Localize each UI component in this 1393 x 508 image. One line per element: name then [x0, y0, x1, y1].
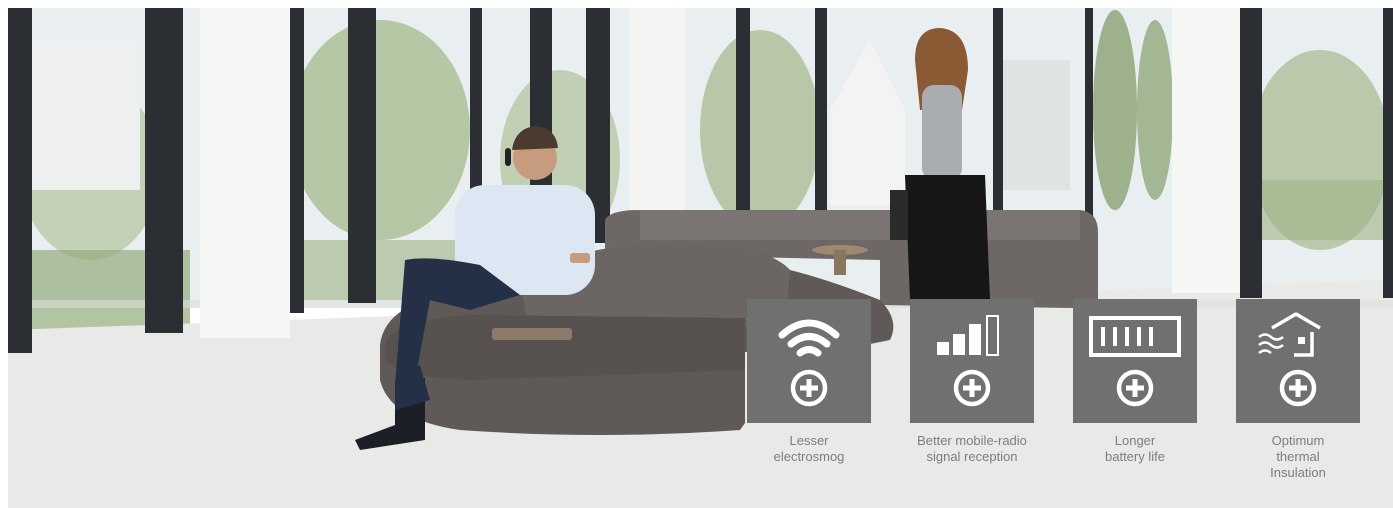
feature-caption-signal-reception: Better mobile-radio signal reception: [887, 433, 1057, 465]
office-lobby-photo: [0, 0, 1393, 508]
caption-line: Better mobile-radio: [917, 433, 1027, 448]
caption-line: battery life: [1105, 449, 1165, 464]
hero-banner: Lesser electrosmog Better mobile-radio s…: [0, 0, 1393, 508]
caption-line: Longer: [1114, 433, 1156, 448]
feature-tile-battery-life[interactable]: [1073, 299, 1197, 423]
caption-line: signal reception: [926, 449, 1018, 464]
plus-circle-icon[interactable]: [1116, 369, 1154, 407]
feature-tile-electrosmog[interactable]: [747, 299, 871, 423]
caption-line: Optimum: [1271, 433, 1325, 448]
caption-line: electrosmog: [773, 449, 845, 464]
mobile-signal-bars-icon: [937, 315, 999, 356]
feature-tile-thermal-insulation[interactable]: [1236, 299, 1360, 423]
feature-tile-signal-reception[interactable]: [910, 299, 1034, 423]
caption-line: Insulation: [1270, 465, 1326, 480]
feature-caption-battery-life: Longer battery life: [1050, 433, 1220, 465]
wifi-signal-icon: [778, 319, 840, 357]
plus-circle-icon[interactable]: [953, 369, 991, 407]
plus-circle-icon[interactable]: [790, 369, 828, 407]
caption-line: Lesser: [789, 433, 829, 448]
plus-circle-icon[interactable]: [1279, 369, 1317, 407]
thermal-house-icon: [1258, 312, 1321, 357]
caption-line: thermal: [1276, 449, 1320, 464]
battery-icon: [1089, 316, 1181, 357]
feature-caption-thermal-insulation: Optimum thermal Insulation: [1213, 433, 1383, 481]
feature-caption-electrosmog: Lesser electrosmog: [724, 433, 894, 465]
